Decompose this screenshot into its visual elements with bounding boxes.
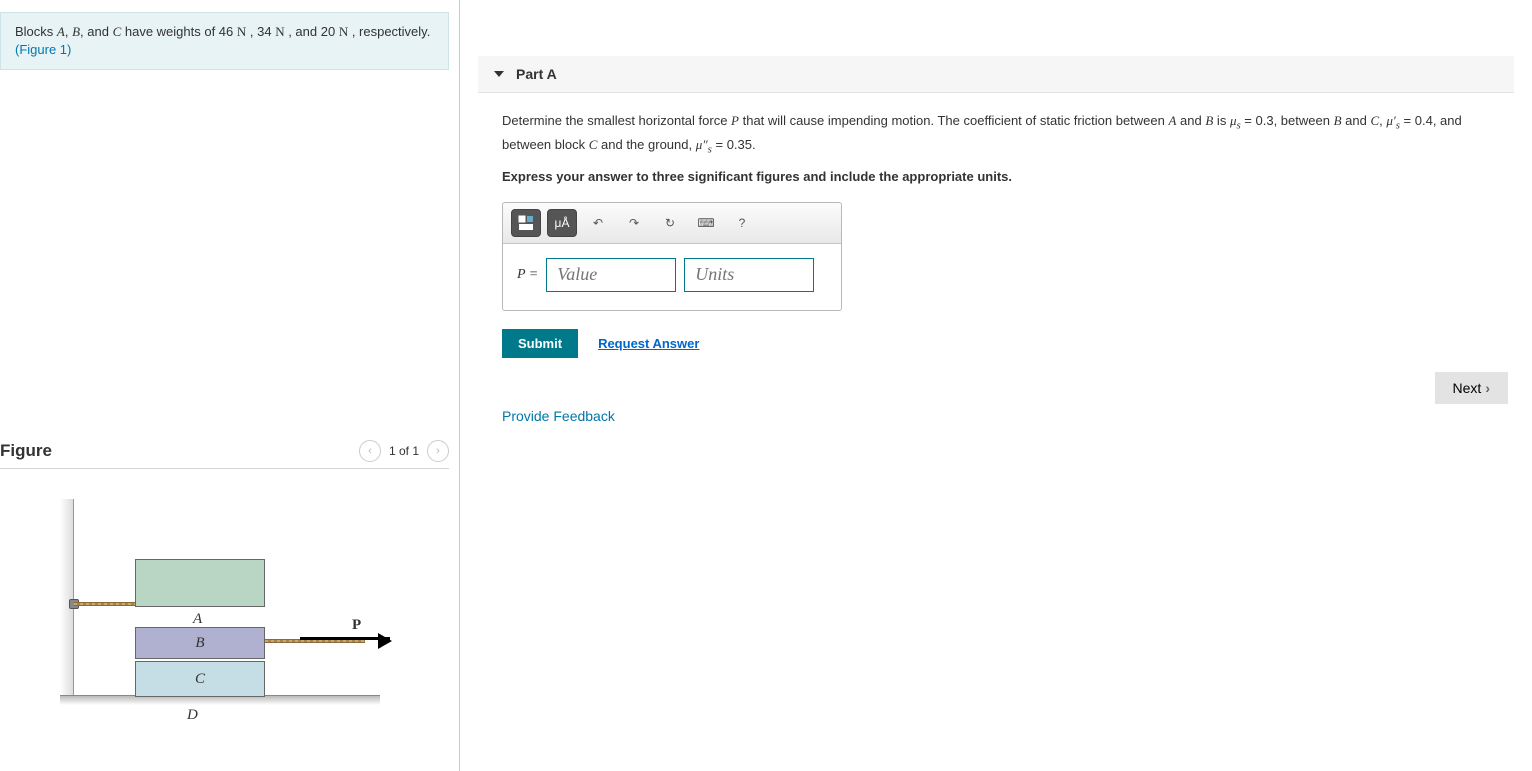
units-input[interactable]	[684, 258, 814, 292]
submit-row: Submit Request Answer	[502, 329, 1490, 358]
intro-text: Blocks A, B, and C have weights of 46 N …	[15, 24, 430, 39]
force-arrow	[300, 637, 390, 640]
right-pane: Part A Determine the smallest horizontal…	[460, 0, 1532, 771]
submit-button[interactable]: Submit	[502, 329, 578, 358]
answer-toolbar: μÅ ↶ ↷ ↻ ⌨ ?	[503, 203, 841, 244]
figure-reference-link[interactable]: (Figure 1)	[15, 42, 71, 57]
request-answer-link[interactable]: Request Answer	[598, 336, 699, 351]
figure-page-indicator: 1 of 1	[389, 444, 419, 458]
question-text: Determine the smallest horizontal force …	[502, 111, 1490, 159]
answer-box: μÅ ↶ ↷ ↻ ⌨ ? P =	[502, 202, 842, 311]
reset-button[interactable]: ↻	[655, 209, 685, 237]
figure-next-button[interactable]: ›	[427, 440, 449, 462]
question-block: Determine the smallest horizontal force …	[478, 111, 1514, 424]
collapse-caret-icon	[494, 71, 504, 77]
units-tool-button[interactable]: μÅ	[547, 209, 577, 237]
chevron-right-icon: ›	[1485, 380, 1490, 396]
next-button[interactable]: Next ›	[1435, 372, 1508, 404]
part-header[interactable]: Part A	[478, 56, 1514, 93]
redo-button[interactable]: ↷	[619, 209, 649, 237]
figure-section: Figure ‹ 1 of 1 › A B C P D	[0, 440, 449, 729]
block-b: B	[135, 627, 265, 659]
answer-input-row: P =	[503, 244, 841, 310]
variable-label: P =	[517, 267, 538, 283]
figure-diagram: A B C P D	[60, 499, 420, 729]
template-tool-button[interactable]	[511, 209, 541, 237]
help-button[interactable]: ?	[727, 209, 757, 237]
undo-button[interactable]: ↶	[583, 209, 613, 237]
left-pane: Blocks A, B, and C have weights of 46 N …	[0, 0, 460, 771]
problem-intro: Blocks A, B, and C have weights of 46 N …	[0, 12, 449, 70]
answer-instruction: Express your answer to three significant…	[502, 169, 1490, 184]
figure-prev-button[interactable]: ‹	[359, 440, 381, 462]
keyboard-button[interactable]: ⌨	[691, 209, 721, 237]
block-a-label: A	[193, 611, 202, 628]
block-c: C	[135, 661, 265, 697]
next-label: Next	[1453, 380, 1482, 396]
figure-title: Figure	[0, 441, 52, 461]
part-title: Part A	[516, 66, 557, 82]
ground-label-d: D	[187, 707, 198, 724]
rope-to-wall	[74, 602, 135, 606]
block-a	[135, 559, 265, 607]
provide-feedback-link[interactable]: Provide Feedback	[502, 408, 1490, 424]
value-input[interactable]	[546, 258, 676, 292]
figure-pagination: ‹ 1 of 1 ›	[359, 440, 449, 462]
force-label-p: P	[352, 617, 361, 634]
figure-header: Figure ‹ 1 of 1 ›	[0, 440, 449, 469]
template-icon	[518, 215, 534, 231]
